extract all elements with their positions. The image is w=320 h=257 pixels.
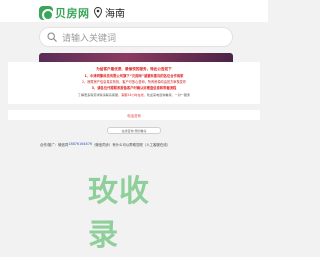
notice-line-4: 了解更多房源详情请联系客服，客服24小时在线，欢迎来电咨询看房，一对一服务	[8, 92, 260, 97]
logo-mark-icon	[39, 6, 54, 21]
section-heading: 电话咨询	[8, 110, 260, 120]
site-logo[interactable]: 贝房网	[39, 5, 90, 21]
consult-button-label: 在线咨询·预约看房	[121, 128, 147, 133]
contact-suffix: （微信同步）有什么可以帮助您呢（人工客服在线）	[92, 142, 170, 147]
contact-prefix: 合作/推广：微信同	[40, 142, 69, 147]
contact-phone-link[interactable]: 18876164876	[68, 142, 92, 146]
city-name: 海南	[105, 8, 125, 20]
contact-line: 合作/推广：微信同 18876164876 （微信同步）有什么可以帮助您呢（人工客服…	[8, 139, 260, 149]
top-bar: 贝房网 海南	[0, 0, 268, 22]
watermark: 玫收录	[88, 174, 180, 253]
notice-title: 为给客户最优质、最愉悦的服务，特此公告如下	[96, 67, 172, 71]
notice-line-1: 1、中津同聚科技有限公司旗下“贝房网”诚邀有意向的各位合作商家	[84, 74, 184, 78]
notice-line-4-suffix: ，欢迎来电咨询看房，一对一服务	[143, 93, 191, 97]
notice-line-4-prefix: 了解更多房源详情请联系客服，	[77, 93, 122, 97]
section-heading-text: 电话咨询	[127, 113, 141, 118]
search-icon	[47, 32, 57, 42]
notice-line-4-highlight: 客服24小时在线	[121, 93, 144, 97]
city-selector[interactable]: 海南	[94, 5, 125, 20]
consult-button[interactable]: 在线咨询·预约看房	[107, 127, 161, 134]
location-pin-icon	[94, 6, 102, 18]
promo-banner[interactable]	[39, 53, 233, 62]
page: 贝房网 海南 请输入关键词 为给客户最优质、最愉悦的服务，特此公告如下 1、中津…	[0, 0, 268, 257]
logo-text: 贝房网	[55, 7, 90, 20]
search-bar[interactable]: 请输入关键词	[39, 27, 233, 47]
notice-line-2: 2、房屋房产信息真实有效，客户可放心咨询，所有房源均由官方审核发布	[81, 80, 187, 84]
notice-card: 为给客户最优质、最愉悦的服务，特此公告如下 1、中津同聚科技有限公司旗下“贝房网…	[8, 62, 260, 104]
watermark-text: 玫收录	[88, 174, 150, 253]
search-input[interactable]: 请输入关键词	[62, 31, 116, 44]
notice-line-3: 3、请各位代理联系报备客户时确认好楼盘信息和带看流程	[91, 86, 177, 90]
